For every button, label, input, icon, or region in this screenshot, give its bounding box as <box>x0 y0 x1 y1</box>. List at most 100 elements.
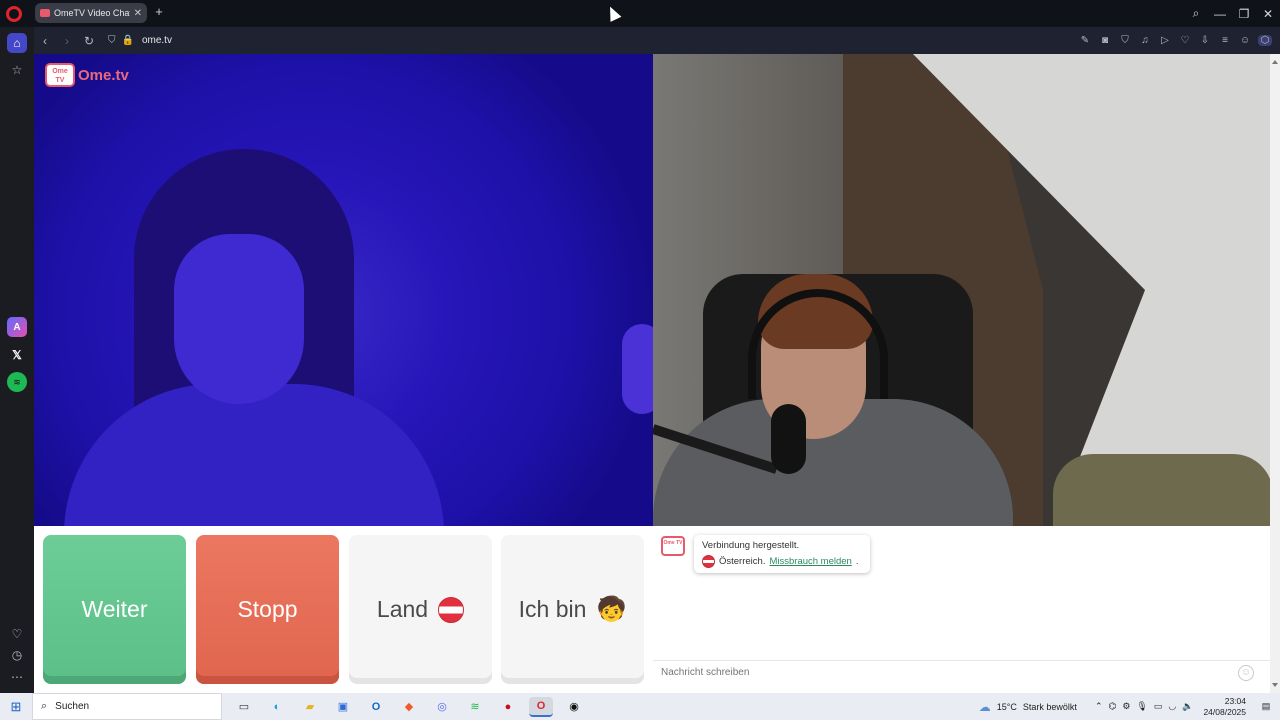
new-tab-button[interactable]: + <box>152 5 166 19</box>
browser-tab[interactable]: OmeTV Video Chat - ✕ <box>35 3 147 23</box>
gender-button[interactable]: Ich bin 🧒 <box>501 535 644 684</box>
wifi-icon[interactable]: ◡ <box>1168 701 1176 712</box>
report-abuse-link[interactable]: Missbrauch melden <box>769 556 851 567</box>
aria-icon[interactable]: A <box>7 317 27 337</box>
home-icon[interactable]: ⌂ <box>7 33 27 53</box>
second-person-shape <box>622 324 653 414</box>
ometv-page: Ome TV Ome.tv Weiter Stopp Land Ich bin … <box>34 54 1270 693</box>
volume-icon[interactable]: 🔈 <box>1182 701 1193 712</box>
shield-icon[interactable]: ⛉ <box>108 35 116 46</box>
austria-flag-icon <box>702 555 715 568</box>
heart-icon[interactable]: ♡ <box>1178 35 1192 46</box>
ometv-logo[interactable]: Ome TV Ome.tv <box>45 63 129 87</box>
spotify-icon[interactable]: ≋ <box>463 697 487 717</box>
music-icon[interactable]: ♫ <box>1138 35 1152 46</box>
ometv-logo-badge: Ome TV <box>45 63 75 87</box>
stranger-video: Ome TV Ome.tv <box>34 54 653 526</box>
country-label: Land <box>376 596 429 622</box>
task-view-icon[interactable]: ▭ <box>232 697 256 717</box>
temperature: 15°C <box>996 701 1017 712</box>
stranger-face-shape <box>174 234 304 404</box>
austria-flag-icon <box>438 596 465 623</box>
opera-logo-icon[interactable] <box>6 6 22 22</box>
more-icon[interactable]: ⋯ <box>7 667 27 687</box>
system-message: Verbindung hergestellt. Österreich. Miss… <box>694 535 870 573</box>
time: 23:04 <box>1224 695 1246 706</box>
taskbar-search[interactable]: ⌕ Suchen <box>32 693 222 720</box>
country-name: Österreich. <box>719 556 766 567</box>
country-button[interactable]: Land <box>349 535 492 684</box>
heart-icon[interactable]: ♡ <box>7 624 27 644</box>
extensions-icon[interactable]: ⬡ <box>1258 35 1272 46</box>
weather-widget[interactable]: ☁ 15°C Stark bewölkt <box>979 700 1077 714</box>
bag-shape <box>1053 454 1270 526</box>
ometv-favicon-icon <box>40 9 50 17</box>
stop-label: Stopp <box>237 596 298 622</box>
system-tray: ☁ 15°C Stark bewölkt ⌃ ⌬ ⚙ 🎙 ▭ ◡ 🔈 23:04… <box>979 693 1280 720</box>
tab-close-icon[interactable]: ✕ <box>134 8 142 19</box>
discord-icon[interactable]: ◎ <box>430 697 454 717</box>
scroll-up-icon[interactable] <box>1272 60 1278 64</box>
lock-icon[interactable]: 🔒 <box>122 35 134 46</box>
star-icon[interactable]: ☆ <box>7 60 27 80</box>
scroll-down-icon[interactable] <box>1272 683 1278 687</box>
windows-start-icon[interactable]: ⊞ <box>0 699 32 715</box>
restore-button[interactable]: ❐ <box>1232 7 1256 21</box>
menu-icon[interactable]: ≡ <box>1218 35 1232 46</box>
history-icon[interactable]: ◷ <box>7 645 27 665</box>
chat-input-bar: ☺ <box>653 660 1270 686</box>
settings-icon[interactable]: ⚙ <box>1122 701 1130 712</box>
forward-button[interactable]: › <box>56 34 78 48</box>
opera-taskbar-icon[interactable]: O <box>529 696 553 717</box>
cloud-icon: ☁ <box>978 699 991 714</box>
weather-text: Stark bewölkt <box>1022 701 1077 712</box>
monitor-icon[interactable]: ▭ <box>1154 701 1163 712</box>
search-label: Suchen <box>55 701 90 712</box>
red-app-icon[interactable]: ● <box>496 697 520 717</box>
outlook-icon[interactable]: O <box>364 697 388 717</box>
edge-icon[interactable]: ◐ <box>265 697 289 717</box>
microphone-icon[interactable]: 🎙 <box>1136 701 1147 712</box>
stop-button[interactable]: Stopp <box>196 535 339 684</box>
boy-icon: 🧒 <box>596 596 627 623</box>
ometv-logo-text: Ome.tv <box>78 66 129 84</box>
back-button[interactable]: ‹ <box>34 34 56 48</box>
close-button[interactable]: ✕ <box>1256 7 1280 21</box>
brave-icon[interactable]: ◆ <box>397 697 421 717</box>
reload-button[interactable]: ↻ <box>78 34 100 48</box>
download-icon[interactable]: ⇩ <box>1198 35 1212 46</box>
taskbar-apps: ▭ ◐ ▰ ▣ O ◆ ◎ ≋ ● O ◉ <box>232 696 586 717</box>
x-icon[interactable]: 𝕏 <box>7 345 27 365</box>
next-button[interactable]: Weiter <box>43 535 186 684</box>
clock[interactable]: 23:04 24/08/2025 <box>1203 696 1246 718</box>
tab-bar: OmeTV Video Chat - ✕ + ⌕ — ❐ ✕ <box>0 0 1280 27</box>
url-field[interactable]: ome.tv <box>142 35 172 46</box>
report-period: . <box>855 556 859 567</box>
chat-panel: Ome TV Verbindung hergestellt. Österreic… <box>653 526 1270 693</box>
message-input[interactable] <box>661 667 1221 678</box>
edit-icon[interactable]: ✎ <box>1078 35 1092 46</box>
store-icon[interactable]: ▣ <box>331 697 355 717</box>
file-explorer-icon[interactable]: ▰ <box>298 697 322 717</box>
stranger-body-shape <box>64 384 444 526</box>
spotify-icon[interactable]: ≋ <box>7 372 27 392</box>
ometv-chat-avatar-icon: Ome TV <box>661 536 685 556</box>
emoji-icon[interactable]: ☺ <box>1238 665 1254 681</box>
minimize-button[interactable]: — <box>1208 7 1232 21</box>
toolbar-icons: ✎ ◙ ⛉ ♫ ▷ ♡ ⇩ ≡ ☺ ⬡ <box>1078 27 1272 54</box>
play-icon[interactable]: ▷ <box>1158 35 1172 46</box>
profile-icon[interactable]: ☺ <box>1238 35 1252 46</box>
network-icon[interactable]: ⌬ <box>1108 701 1116 712</box>
windows-taskbar: ⊞ ⌕ Suchen ▭ ◐ ▰ ▣ O ◆ ◎ ≋ ● O ◉ ☁ 15°C … <box>0 693 1280 720</box>
notification-icon[interactable]: ▤ <box>1258 701 1274 712</box>
chevron-up-icon[interactable]: ⌃ <box>1095 701 1103 712</box>
shield-icon[interactable]: ⛉ <box>1118 35 1132 46</box>
page-scrollbar[interactable] <box>1270 54 1280 693</box>
camera-icon[interactable]: ◙ <box>1098 35 1112 46</box>
search-icon: ⌕ <box>41 700 48 712</box>
date: 24/08/2025 <box>1203 706 1246 717</box>
browser-sidebar: ⌂ ☆ A 𝕏 ≋ ♡ ◷ ⋯ <box>0 27 34 693</box>
tab-search-icon[interactable]: ⌕ <box>1184 6 1208 21</box>
url-icons: ⛉ 🔒 <box>108 35 134 46</box>
dark-app-icon[interactable]: ◉ <box>562 697 586 717</box>
